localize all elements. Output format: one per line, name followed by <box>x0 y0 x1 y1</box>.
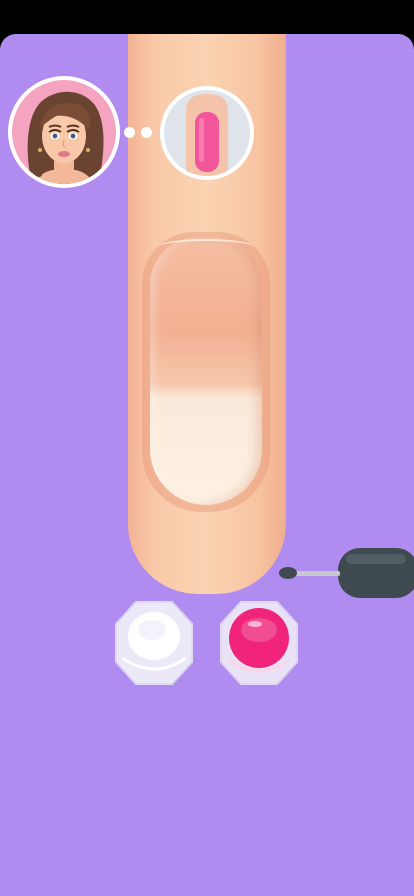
woman-avatar-icon <box>12 80 116 184</box>
target-design <box>160 86 254 180</box>
customer-avatar <box>8 76 120 188</box>
game-screen <box>0 34 414 896</box>
nail-cuticle <box>158 239 254 255</box>
pink-nail-icon <box>164 90 250 176</box>
fingernail[interactable] <box>150 237 262 505</box>
white-polish-bottle[interactable] <box>112 598 196 688</box>
pink-polish-bottle[interactable] <box>217 598 301 688</box>
nail-polish-brush-icon[interactable] <box>276 546 414 602</box>
